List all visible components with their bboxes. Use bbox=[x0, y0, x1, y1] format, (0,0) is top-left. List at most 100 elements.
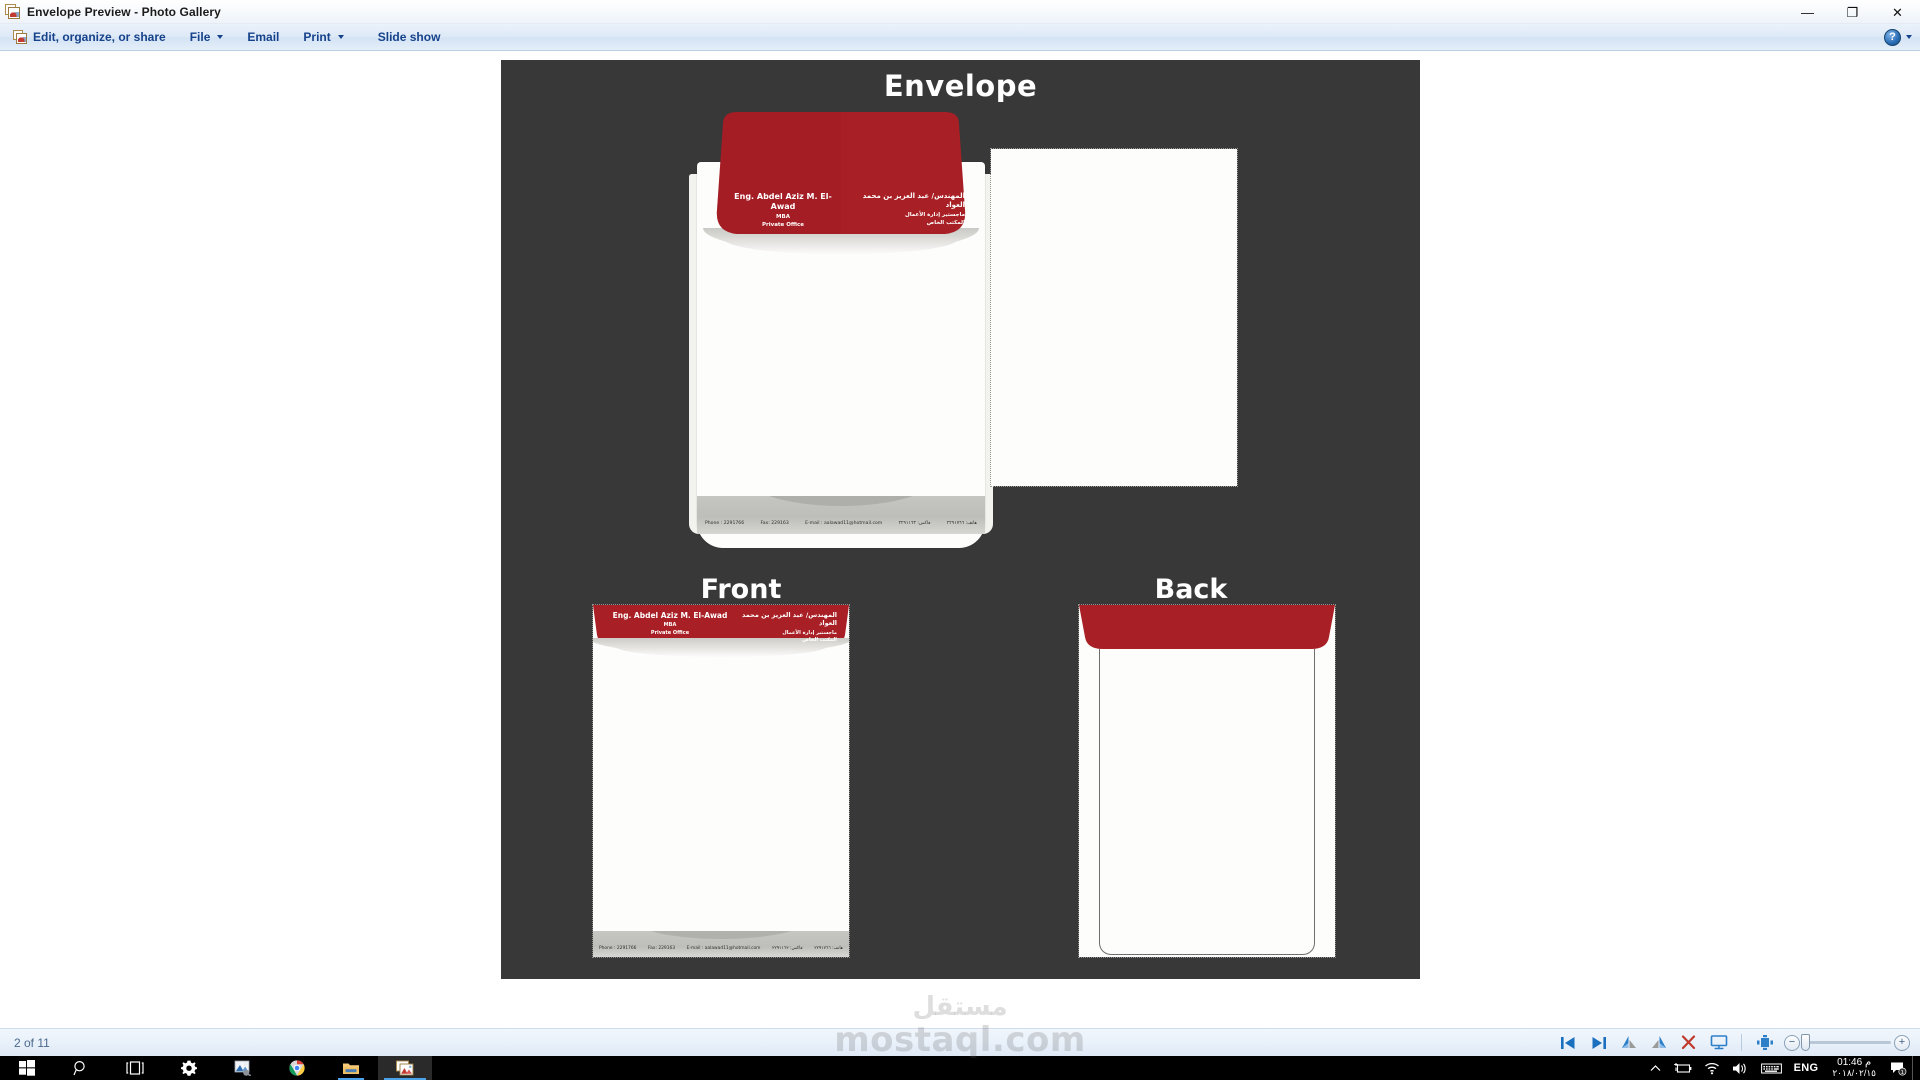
notification-icon: 1 bbox=[1890, 1062, 1906, 1076]
windows-logo-icon bbox=[19, 1060, 35, 1076]
zoom-out-icon: − bbox=[1788, 1036, 1796, 1048]
envelope-back-fold-left bbox=[1099, 649, 1100, 935]
restore-button[interactable]: ❐ bbox=[1830, 0, 1875, 24]
rotate-clockwise-button[interactable] bbox=[1644, 1031, 1673, 1055]
rotate-cw-icon bbox=[1651, 1036, 1666, 1048]
image-title-envelope: Envelope bbox=[883, 69, 1038, 103]
photo-gallery-icon bbox=[13, 29, 28, 45]
letterhead-office-en: Private Office bbox=[650, 629, 690, 636]
letterhead-name-en: Eng. Abdel Aziz M. El-Awad bbox=[612, 611, 728, 620]
battery-button[interactable] bbox=[1667, 1056, 1698, 1080]
action-center-button[interactable]: 1 bbox=[1884, 1056, 1912, 1080]
envelope-open-preview: Eng. Abdel Aziz M. El-Awad MBA Private O… bbox=[689, 112, 993, 548]
letterhead-degree-ar: ماجستير إدارة الأعمال bbox=[782, 629, 837, 636]
envelope-back-bottom-flap bbox=[1099, 933, 1315, 955]
keyboard-button[interactable] bbox=[1755, 1056, 1788, 1080]
envelope-contact-line: Phone : 2291766 Fax: 229163 E-mail : aal… bbox=[705, 521, 977, 526]
close-button[interactable]: ✕ bbox=[1875, 0, 1920, 24]
letterhead-arabic-block: المهندس/ عبد العزيز بن محمد العواد ماجست… bbox=[847, 192, 965, 227]
toolbar-item-slide-show[interactable]: Slide show bbox=[367, 26, 452, 49]
minimize-button[interactable]: — bbox=[1785, 0, 1830, 24]
volume-button[interactable] bbox=[1726, 1056, 1755, 1080]
window-controls: — ❐ ✕ bbox=[1785, 0, 1920, 24]
chevron-up-icon bbox=[1650, 1064, 1660, 1071]
zoom-slider-group[interactable]: − + bbox=[1784, 1034, 1910, 1051]
speaker-icon bbox=[1732, 1062, 1746, 1074]
envelope-design-image: Envelope Eng. Abdel Aziz M. El-Awad MBA bbox=[501, 60, 1420, 979]
toolbar-item-label: File bbox=[189, 30, 211, 44]
letterhead-arabic-block: المهندس/ عبد العزيز بن محمد العواد ماجست… bbox=[729, 611, 837, 644]
letterhead-degree-en: MBA bbox=[663, 622, 677, 629]
envelope-back-fold-right bbox=[1314, 649, 1315, 935]
zoom-slider-track[interactable] bbox=[1801, 1034, 1891, 1051]
slideshow-icon bbox=[1710, 1035, 1727, 1050]
show-desktop-button[interactable] bbox=[1912, 1056, 1918, 1080]
toolbar-item-label: Edit, organize, or share bbox=[33, 30, 166, 44]
zoom-slider-thumb[interactable] bbox=[1801, 1034, 1810, 1051]
next-image-button[interactable] bbox=[1584, 1031, 1613, 1055]
fit-to-window-button[interactable] bbox=[1750, 1031, 1779, 1055]
title-bar: Envelope Preview - Photo Gallery — ❐ ✕ bbox=[0, 0, 1920, 24]
toolbar-item-edit-organize-share[interactable]: Edit, organize, or share bbox=[2, 26, 177, 49]
chrome-icon bbox=[289, 1060, 305, 1076]
zoom-in-icon: + bbox=[1898, 1036, 1906, 1048]
next-icon bbox=[1592, 1036, 1606, 1049]
restore-icon: ❐ bbox=[1846, 4, 1859, 20]
letterhead-office-en: Private Office bbox=[762, 221, 804, 228]
photo-gallery-icon bbox=[5, 3, 21, 20]
envelope-blank-sheet bbox=[990, 148, 1238, 487]
tray-overflow-button[interactable] bbox=[1644, 1056, 1667, 1080]
delete-x-icon bbox=[1681, 1035, 1696, 1050]
file-explorer-button[interactable] bbox=[324, 1056, 378, 1080]
envelope-front-band-arc bbox=[635, 931, 807, 939]
task-view-icon bbox=[126, 1061, 144, 1075]
contact-phone-ar: هاتف: ٢٢٩١٧٦٦ bbox=[814, 946, 843, 951]
gear-icon bbox=[181, 1060, 197, 1076]
task-view-button[interactable] bbox=[108, 1056, 162, 1080]
delete-button[interactable] bbox=[1674, 1031, 1703, 1055]
help-icon: ? bbox=[1884, 28, 1901, 46]
rotate-counterclockwise-button[interactable] bbox=[1614, 1031, 1643, 1055]
letterhead-office-ar: المكتب الخاص bbox=[926, 220, 965, 227]
language-indicator[interactable]: ENG bbox=[1788, 1056, 1825, 1080]
start-button[interactable] bbox=[0, 1056, 54, 1080]
keyboard-icon bbox=[1760, 1063, 1782, 1073]
toolbar-item-file[interactable]: File bbox=[179, 26, 235, 49]
photos-app-button[interactable] bbox=[216, 1056, 270, 1080]
network-button[interactable] bbox=[1698, 1056, 1726, 1080]
contact-phone-ar: هاتف: ٢٢٩١٧٦٦ bbox=[946, 521, 977, 526]
photos-icon bbox=[234, 1060, 252, 1076]
contact-email: E-mail : aalawad11@hotmail.com bbox=[805, 521, 883, 526]
contact-phone: Phone : 2291766 bbox=[599, 946, 637, 951]
clock-date: ٢٠١٨/٠٢/١٥ bbox=[1832, 1067, 1876, 1078]
contact-fax-ar: فاكس: ٢٢٩١١٦٣ bbox=[898, 521, 931, 526]
clock[interactable]: 01:46 م ٢٠١٨/٠٢/١٥ bbox=[1824, 1056, 1884, 1080]
taskbar: ENG 01:46 م ٢٠١٨/٠٢/١٥ 1 bbox=[0, 1056, 1920, 1080]
toolbar-divider bbox=[1741, 1034, 1742, 1051]
contact-fax: Fax: 229163 bbox=[760, 521, 789, 526]
chevron-down-icon bbox=[337, 35, 344, 39]
contact-phone: Phone : 2291766 bbox=[705, 521, 745, 526]
toolbar-item-label: Email bbox=[247, 30, 280, 44]
chevron-down-icon bbox=[217, 35, 224, 39]
help-button[interactable]: ? bbox=[1884, 28, 1920, 46]
zoom-out-button[interactable]: − bbox=[1784, 1034, 1800, 1051]
slideshow-button[interactable] bbox=[1704, 1031, 1733, 1055]
letterhead-degree-en: MBA bbox=[776, 214, 790, 220]
search-button[interactable] bbox=[54, 1056, 108, 1080]
envelope-front-preview: Eng. Abdel Aziz M. El-Awad MBA Private O… bbox=[592, 604, 850, 958]
envelope-back-preview bbox=[1078, 604, 1336, 958]
settings-button[interactable] bbox=[162, 1056, 216, 1080]
previous-image-button[interactable] bbox=[1554, 1031, 1583, 1055]
image-title-front: Front bbox=[700, 574, 782, 605]
battery-icon bbox=[1673, 1062, 1691, 1073]
toolbar-item-print[interactable]: Print bbox=[292, 26, 354, 49]
letterhead-english-block: Eng. Abdel Aziz M. El-Awad MBA Private O… bbox=[723, 192, 843, 229]
main-toolbar: Edit, organize, or share File Email Prin… bbox=[0, 24, 1920, 51]
zoom-in-button[interactable]: + bbox=[1894, 1034, 1910, 1051]
chrome-button[interactable] bbox=[270, 1056, 324, 1080]
envelope-back-red-flap bbox=[1079, 605, 1335, 649]
toolbar-item-email[interactable]: Email bbox=[236, 26, 290, 49]
image-viewer[interactable]: Envelope Eng. Abdel Aziz M. El-Awad MBA bbox=[0, 51, 1920, 1028]
photo-gallery-taskbar-button[interactable] bbox=[378, 1056, 432, 1080]
